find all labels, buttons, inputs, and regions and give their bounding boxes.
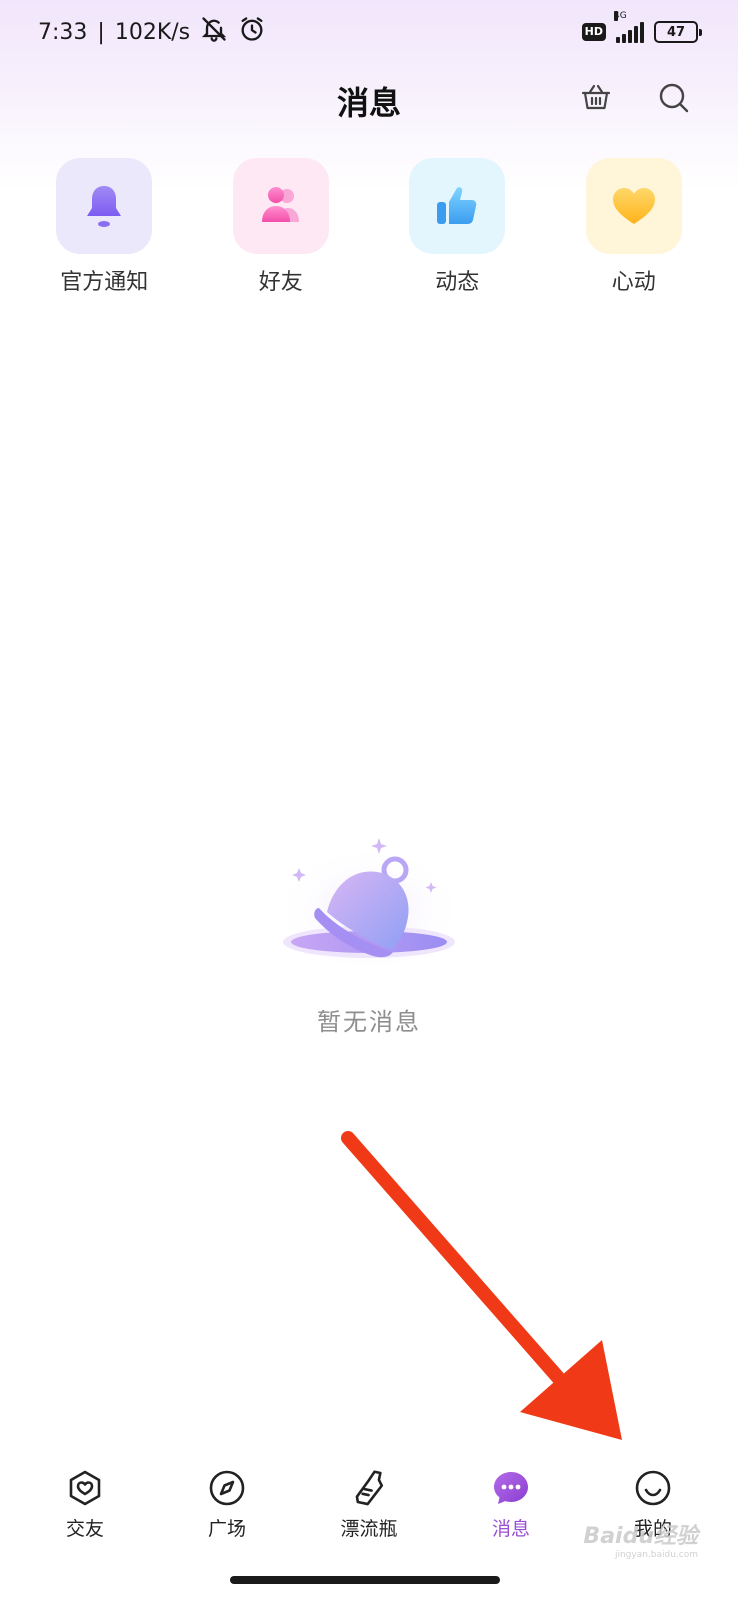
watermark: Baidu经验 jingyan.baidu.com [583, 1518, 698, 1560]
watermark-sub: jingyan.baidu.com [614, 1550, 698, 1560]
tab-drift-bottle[interactable]: 漂流瓶 [314, 1468, 424, 1541]
tab-label: 交友 [65, 1518, 104, 1540]
entry-official-notice[interactable]: 官方通知 [34, 158, 174, 296]
empty-state: 暂无消息 [0, 830, 738, 1037]
heart-icon [612, 188, 655, 224]
status-right: HD 4G 47 [581, 11, 702, 43]
battery-level: 47 [666, 24, 686, 40]
tab-label: 漂流瓶 [340, 1518, 398, 1540]
heart-home-icon [65, 1468, 105, 1508]
basket-button[interactable] [576, 78, 616, 118]
page-title: 消息 [336, 84, 401, 122]
entry-heartbeat[interactable]: 心动 [564, 158, 704, 296]
battery-icon: 47 [654, 21, 702, 43]
watermark-text: Baidu经验 [583, 1524, 698, 1549]
entry-label: 心动 [611, 270, 656, 295]
bell-illustration-icon [274, 838, 464, 975]
silent-bell-icon [200, 15, 228, 49]
search-button[interactable] [654, 78, 694, 118]
thumbs-up-icon [437, 187, 477, 224]
compass-icon [207, 1468, 247, 1508]
status-bar: 7:33 | 102K/s HD 4G 47 [0, 0, 738, 64]
network-type: 4G [614, 11, 627, 21]
network-speed: 102K/s [114, 19, 191, 45]
bottle-icon [349, 1468, 389, 1508]
tab-label: 消息 [491, 1518, 530, 1540]
bell-icon [87, 186, 122, 227]
basket-icon [581, 84, 611, 110]
status-time: 7:33 [38, 19, 88, 45]
entry-icon-bg [232, 158, 329, 254]
alarm-clock-icon [238, 15, 266, 49]
smile-face-icon [633, 1468, 673, 1508]
friends-icon [261, 187, 299, 222]
chat-bubble-icon [491, 1468, 531, 1508]
home-indicator[interactable] [230, 1576, 500, 1584]
entry-icon-bg [585, 158, 682, 254]
entry-icon-bg [56, 158, 153, 254]
empty-text: 暂无消息 [317, 1008, 421, 1036]
tab-messages[interactable]: 消息 [456, 1468, 566, 1541]
entry-label: 好友 [258, 270, 303, 295]
entry-label: 动态 [435, 270, 480, 295]
search-icon [659, 83, 689, 113]
annotation-arrow-icon [341, 1131, 622, 1440]
signal-icon: 4G [614, 11, 644, 43]
hd-badge: HD [581, 23, 606, 41]
tab-make-friends[interactable]: 交友 [30, 1468, 140, 1541]
entry-moments[interactable]: 动态 [387, 158, 527, 296]
quick-entries: 官方通知 好友 动态 心动 [0, 158, 738, 296]
header: 消息 [0, 64, 738, 134]
tab-square[interactable]: 广场 [172, 1468, 282, 1541]
bottom-tab-bar: 交友 广场 漂流瓶 消息 我的 Baidu经验 jingyan.baidu.co… [0, 1440, 738, 1600]
tab-label: 广场 [207, 1518, 246, 1540]
entry-icon-bg [409, 158, 506, 254]
status-left: 7:33 | 102K/s [38, 15, 266, 49]
entry-friends[interactable]: 好友 [211, 158, 351, 296]
status-divider: | [97, 19, 105, 45]
entry-label: 官方通知 [60, 270, 149, 295]
